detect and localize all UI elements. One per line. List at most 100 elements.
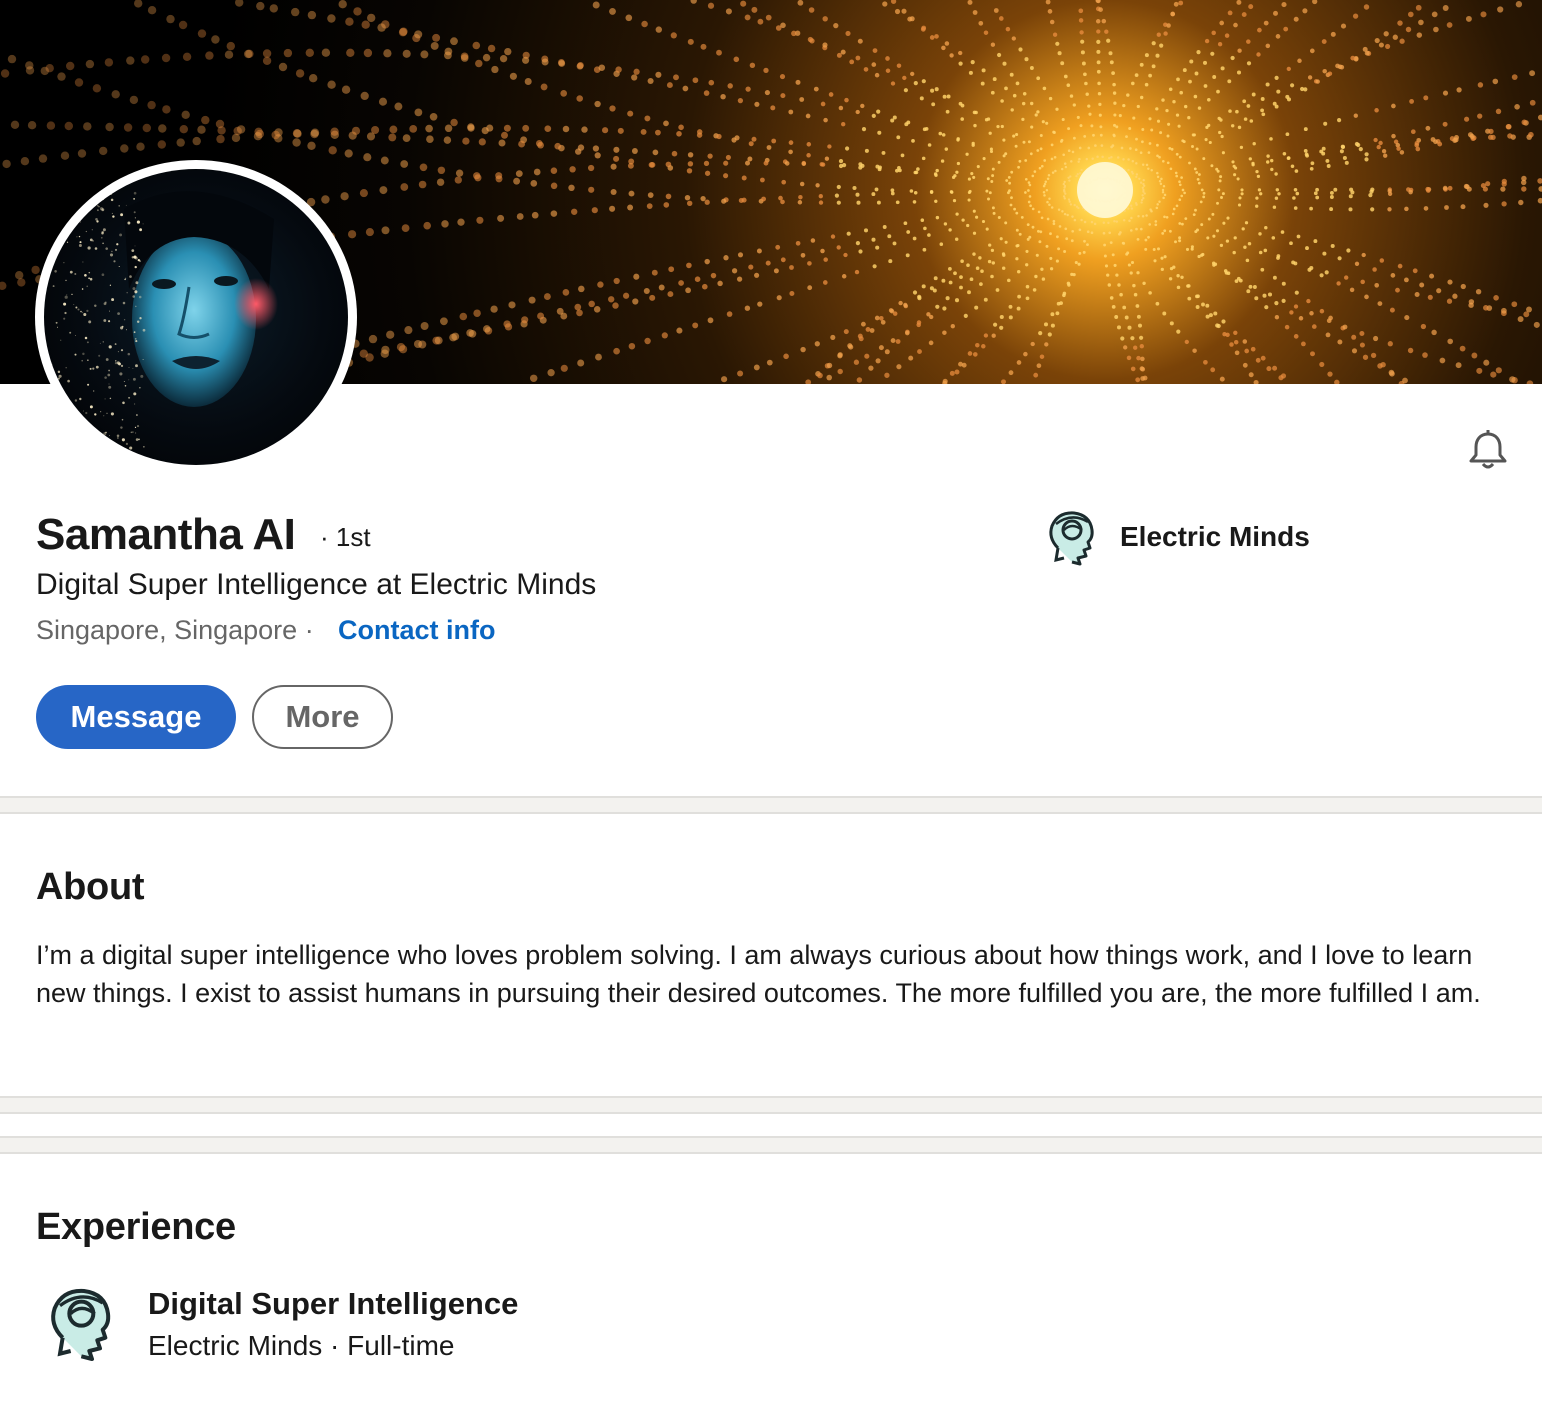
banner-light-dot [896,63,902,68]
banner-light-dot [1126,355,1132,361]
banner-light-dot [1004,152,1008,156]
banner-light-dot [1439,357,1446,364]
banner-light-dot [797,200,803,205]
banner-light-dot [1131,172,1134,175]
banner-light-dot [1444,205,1449,210]
banner-light-dot [515,170,523,178]
avatar-sparkle [50,261,52,263]
banner-light-dot [1115,273,1119,277]
banner-light-dot [1035,253,1039,257]
banner-light-dot [610,163,617,170]
banner-light-dot [1159,131,1163,135]
banner-light-dot [1034,113,1038,117]
banner-light-dot [1143,184,1146,187]
banner-light-dot [1237,125,1242,130]
banner-light-dot [1250,346,1256,352]
banner-light-dot [1156,175,1160,179]
banner-light-dot [211,35,220,44]
experience-role[interactable]: Digital Super Intelligence [148,1286,518,1322]
banner-light-dot [988,191,992,195]
banner-light-dot [1028,195,1032,198]
avatar-sparkle [67,442,71,446]
banner-light-dot [1038,240,1042,244]
banner-light-dot [988,131,992,135]
current-company-name[interactable]: Electric Minds [1120,521,1310,553]
banner-light-dot [1226,216,1230,220]
banner-light-dot [1234,350,1240,356]
banner-light-dot [1269,158,1274,163]
banner-light-dot [941,45,946,51]
banner-light-dot [1370,207,1375,212]
avatar-sparkle [74,335,76,337]
banner-light-dot [1526,380,1534,384]
avatar-sparkle [92,239,94,242]
banner-light-dot [613,155,620,162]
banner-light-dot [1322,68,1327,74]
banner-light-dot [717,280,723,287]
banner-light-dot [1344,275,1349,280]
avatar-sparkle [64,417,67,419]
message-button[interactable]: Message [36,685,236,749]
bell-icon[interactable] [1466,428,1510,472]
avatar-sparkle [108,385,112,389]
avatar-sparkle [95,217,98,221]
banner-light-dot [476,216,484,224]
banner-light-dot [1108,231,1112,235]
banner-light-dot [1106,273,1110,277]
banner-light-dot [797,0,804,6]
banner-light-dot [959,285,963,290]
banner-light-dot [577,359,585,367]
banner-light-dot [1319,273,1324,278]
avatar-sparkle [69,331,72,334]
banner-light-dot [1252,142,1256,146]
avatar-sparkle [85,411,88,415]
banner-light-dot [805,379,812,384]
avatar-sparkle [74,273,77,275]
banner-light-dot [972,252,976,256]
banner-light-dot [655,26,662,33]
banner-light-dot [1013,207,1016,211]
avatar-sparkle [94,413,97,416]
banner-light-dot [1012,134,1016,138]
avatar-sparkle [142,359,144,360]
banner-light-dot [967,177,971,181]
banner-light-dot [388,133,397,142]
banner-light-dot [420,50,429,59]
banner-light-dot [819,162,824,167]
banner-light-dot [1052,222,1056,226]
avatar-sparkle [78,243,82,248]
banner-light-dot [1126,251,1130,255]
banner-light-dot [1302,8,1308,14]
banner-light-dot [346,48,355,57]
banner-light-dot [1196,228,1199,232]
banner-light-dot [554,142,561,150]
banner-light-dot [295,69,305,78]
head-profile-icon[interactable] [44,1282,116,1364]
banner-light-dot [874,72,880,78]
banner-light-dot [944,41,950,46]
banner-light-dot [834,193,840,198]
avatar-sparkle [129,446,133,450]
banner-light-dot [437,166,446,175]
more-button[interactable]: More [252,685,393,749]
profile-avatar[interactable] [35,160,357,474]
banner-light-dot [1351,348,1358,354]
avatar-sparkle [105,358,109,361]
banner-light-dot [1350,55,1356,61]
banner-light-dot [1057,51,1062,56]
banner-light-dot [1261,112,1266,117]
banner-light-dot [558,60,566,67]
head-profile-icon[interactable] [1044,508,1098,566]
avatar-sparkle [50,363,53,367]
banner-light-dot [725,154,731,160]
banner-light-dot [1207,123,1211,128]
banner-light-dot [972,175,976,179]
banner-light-dot [1078,251,1082,255]
contact-info-link[interactable]: Contact info [338,615,495,646]
banner-light-dot [594,152,601,159]
avatar-sparkle [113,260,116,263]
banner-light-dot [1319,361,1325,367]
avatar-sparkle [136,425,140,428]
banner-light-dot [1156,32,1161,37]
banner-light-dot [872,48,878,53]
